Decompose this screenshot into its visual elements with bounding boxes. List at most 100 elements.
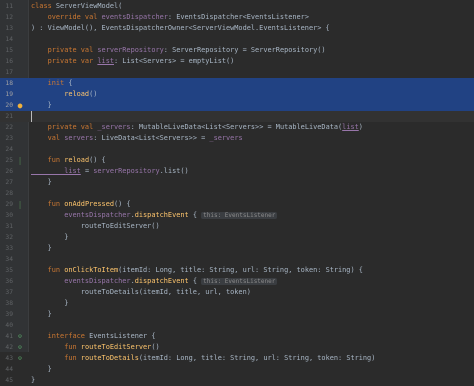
code-line[interactable]: 18 init { bbox=[0, 78, 474, 89]
code-text[interactable]: list = serverRepository.list() bbox=[31, 166, 189, 177]
line-number[interactable]: 43 bbox=[0, 353, 13, 364]
code-text[interactable]: } bbox=[31, 309, 52, 320]
intention-bulb-icon[interactable]: ● bbox=[15, 100, 25, 111]
code-text[interactable]: val servers: LiveData<List<Servers>> = _… bbox=[31, 133, 243, 144]
line-number[interactable]: 12 bbox=[0, 12, 13, 23]
code-text[interactable]: eventsDispatcher.dispatchEvent { this: E… bbox=[31, 210, 278, 221]
code-text[interactable]: override val eventsDispatcher: EventsDis… bbox=[31, 12, 309, 23]
code-line[interactable]: 33 } bbox=[0, 243, 474, 254]
code-text[interactable]: routeToEditServer() bbox=[31, 221, 160, 232]
code-text[interactable]: class ServerViewModel( bbox=[31, 1, 122, 12]
line-number[interactable]: 26 bbox=[0, 166, 13, 177]
code-text[interactable]: } bbox=[31, 364, 52, 375]
line-number[interactable]: 31 bbox=[0, 221, 13, 232]
code-line[interactable]: 36 eventsDispatcher.dispatchEvent { this… bbox=[0, 276, 474, 287]
line-number[interactable]: 18 bbox=[0, 78, 13, 89]
line-number[interactable]: 25 bbox=[0, 155, 13, 166]
code-line[interactable]: 22 private val _servers: MutableLiveData… bbox=[0, 122, 474, 133]
code-line[interactable]: 35 fun onClickToItem(itemId: Long, title… bbox=[0, 265, 474, 276]
line-number[interactable]: 11 bbox=[0, 1, 13, 12]
code-line[interactable]: 15 private val serverRepository: ServerR… bbox=[0, 45, 474, 56]
code-text[interactable]: routeToDetails(itemId, title, url, token… bbox=[31, 287, 251, 298]
code-line[interactable]: 29 | fun onAddPressed() { bbox=[0, 199, 474, 210]
code-line[interactable]: 21 bbox=[0, 111, 474, 122]
code-text[interactable]: private val _servers: MutableLiveData<Li… bbox=[31, 122, 363, 133]
line-number[interactable]: 33 bbox=[0, 243, 13, 254]
code-line[interactable]: 27 } bbox=[0, 177, 474, 188]
code-line[interactable]: 42 ⊙ fun routeToEditServer() bbox=[0, 342, 474, 353]
code-line[interactable]: 25 | fun reload() { bbox=[0, 155, 474, 166]
code-text[interactable]: fun reload() { bbox=[31, 155, 106, 166]
code-text[interactable]: interface EventsListener { bbox=[31, 331, 156, 342]
line-number[interactable]: 41 bbox=[0, 331, 13, 342]
line-number[interactable]: 37 bbox=[0, 287, 13, 298]
code-text[interactable]: } bbox=[31, 177, 52, 188]
code-line[interactable]: 23 val servers: LiveData<List<Servers>> … bbox=[0, 133, 474, 144]
code-line[interactable]: 14 bbox=[0, 34, 474, 45]
code-text[interactable]: private val serverRepository: ServerRepo… bbox=[31, 45, 326, 56]
code-line[interactable]: 31 routeToEditServer() bbox=[0, 221, 474, 232]
code-text[interactable]: reload() bbox=[31, 89, 97, 100]
code-line[interactable]: 32 } bbox=[0, 232, 474, 243]
line-number[interactable]: 13 bbox=[0, 23, 13, 34]
line-number[interactable]: 39 bbox=[0, 309, 13, 320]
code-line[interactable]: 11 class ServerViewModel( bbox=[0, 1, 474, 12]
code-line[interactable]: 12 override val eventsDispatcher: Events… bbox=[0, 12, 474, 23]
code-text[interactable]: init { bbox=[31, 78, 73, 89]
code-text[interactable]: eventsDispatcher.dispatchEvent { this: E… bbox=[31, 276, 278, 287]
line-number[interactable]: 23 bbox=[0, 133, 13, 144]
code-line[interactable]: 28 bbox=[0, 188, 474, 199]
code-text[interactable]: } bbox=[31, 232, 68, 243]
code-line[interactable]: 41 ⊙ interface EventsListener { bbox=[0, 331, 474, 342]
line-number[interactable]: 45 bbox=[0, 375, 13, 386]
code-line[interactable]: 24 bbox=[0, 144, 474, 155]
code-text[interactable]: fun routeToDetails(itemId: Long, title: … bbox=[31, 353, 375, 364]
line-number[interactable]: 32 bbox=[0, 232, 13, 243]
code-line[interactable]: 44 } bbox=[0, 364, 474, 375]
code-text[interactable]: } bbox=[31, 243, 52, 254]
line-number[interactable]: 17 bbox=[0, 67, 13, 78]
code-line[interactable]: 38 } bbox=[0, 298, 474, 309]
code-line[interactable]: 20 ● } bbox=[0, 100, 474, 111]
line-number[interactable]: 21 bbox=[0, 111, 13, 122]
implemented-marker-icon[interactable]: ⊙ bbox=[15, 353, 25, 364]
code-text[interactable]: } bbox=[31, 375, 35, 386]
code-line[interactable]: 17 bbox=[0, 67, 474, 78]
line-number[interactable]: 36 bbox=[0, 276, 13, 287]
line-number[interactable]: 22 bbox=[0, 122, 13, 133]
code-editor[interactable]: 11 class ServerViewModel(12 override val … bbox=[0, 0, 474, 384]
code-line[interactable]: 26 list = serverRepository.list() bbox=[0, 166, 474, 177]
line-number[interactable]: 16 bbox=[0, 56, 13, 67]
line-number[interactable]: 34 bbox=[0, 254, 13, 265]
line-number[interactable]: 27 bbox=[0, 177, 13, 188]
code-text[interactable]: fun onClickToItem(itemId: Long, title: S… bbox=[31, 265, 363, 276]
code-line[interactable]: 34 bbox=[0, 254, 474, 265]
code-line[interactable]: 37 routeToDetails(itemId, title, url, to… bbox=[0, 287, 474, 298]
code-line[interactable]: 13) : ViewModel(), EventsDispatcherOwner… bbox=[0, 23, 474, 34]
code-line[interactable]: 19 reload() bbox=[0, 89, 474, 100]
implemented-marker-icon[interactable]: ⊙ bbox=[15, 342, 25, 353]
line-number[interactable]: 40 bbox=[0, 320, 13, 331]
line-number[interactable]: 24 bbox=[0, 144, 13, 155]
code-line[interactable]: 40 bbox=[0, 320, 474, 331]
line-number[interactable]: 38 bbox=[0, 298, 13, 309]
line-number[interactable]: 42 bbox=[0, 342, 13, 353]
line-number[interactable]: 15 bbox=[0, 45, 13, 56]
line-number[interactable]: 30 bbox=[0, 210, 13, 221]
line-number[interactable]: 44 bbox=[0, 364, 13, 375]
code-text[interactable]: } bbox=[31, 298, 68, 309]
code-text[interactable]: } bbox=[31, 100, 52, 111]
line-number[interactable]: 35 bbox=[0, 265, 13, 276]
line-number[interactable]: 19 bbox=[0, 89, 13, 100]
code-line[interactable]: 30 eventsDispatcher.dispatchEvent { this… bbox=[0, 210, 474, 221]
line-number[interactable]: 14 bbox=[0, 34, 13, 45]
code-line[interactable]: 39 } bbox=[0, 309, 474, 320]
code-line[interactable]: 45} bbox=[0, 375, 474, 386]
implemented-marker-icon[interactable]: ⊙ bbox=[15, 331, 25, 342]
code-line[interactable]: 43 ⊙ fun routeToDetails(itemId: Long, tit… bbox=[0, 353, 474, 364]
line-number[interactable]: 29 bbox=[0, 199, 13, 210]
code-text[interactable]: fun onAddPressed() { bbox=[31, 199, 131, 210]
code-text[interactable]: private var list: List<Servers> = emptyL… bbox=[31, 56, 235, 67]
line-number[interactable]: 28 bbox=[0, 188, 13, 199]
code-line[interactable]: 16 private var list: List<Servers> = emp… bbox=[0, 56, 474, 67]
